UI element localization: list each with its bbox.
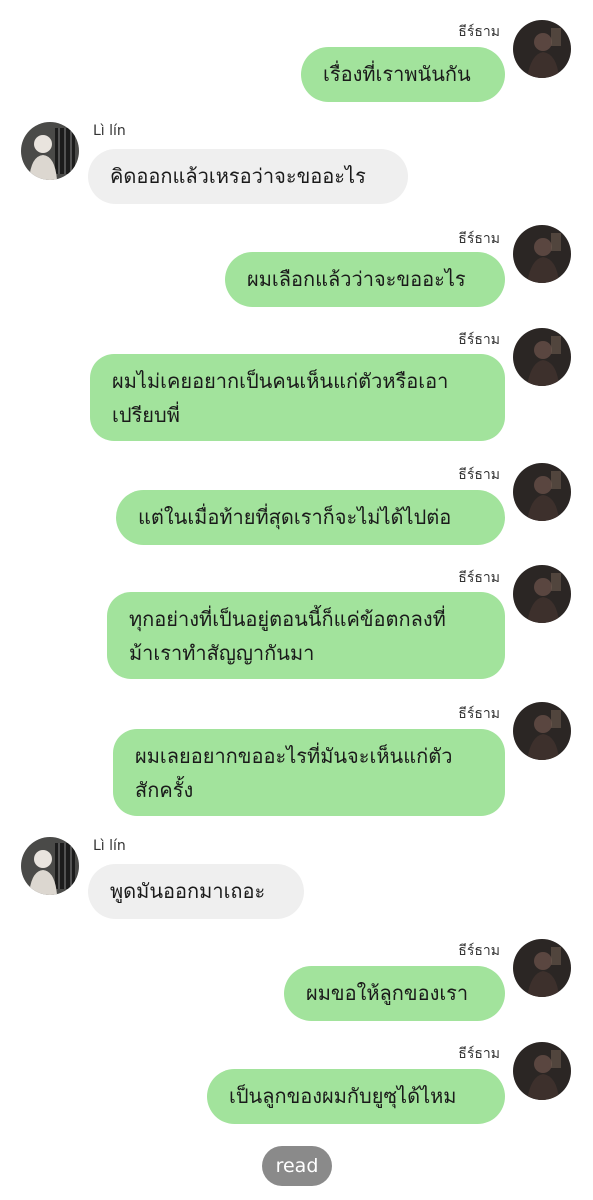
- avatar[interactable]: [513, 328, 571, 386]
- avatar-dark-photo-icon: [513, 463, 571, 521]
- sender-name: Lì lín: [93, 838, 126, 854]
- message-text-line: สักครั้ง: [135, 778, 194, 802]
- message-bubble-outgoing[interactable]: ผมขอให้ลูกของเรา: [284, 966, 505, 1021]
- avatar-dark-photo-icon: [513, 702, 571, 760]
- sender-name: ธีร์ธาม: [458, 943, 500, 959]
- sender-name: Lì lín: [93, 123, 126, 139]
- message-text-line: ผมเลยอยากขออะไรที่มันจะเห็นแก่ตัว: [135, 744, 453, 768]
- message-text: เป็นลูกของผมกับยูซุได้ไหม: [229, 1084, 457, 1108]
- message-text: ผมเลือกแล้วว่าจะขออะไร: [247, 267, 466, 291]
- message-text-line: ทุกอย่างที่เป็นอยู่ตอนนี้ก็แค่ข้อตกลงที่: [129, 607, 446, 631]
- avatar-person-photo-icon: [21, 122, 79, 180]
- avatar-dark-photo-icon: [513, 939, 571, 997]
- avatar[interactable]: [21, 837, 79, 895]
- message-text: พูดมันออกมาเถอะ: [110, 879, 266, 903]
- avatar[interactable]: [513, 939, 571, 997]
- avatar[interactable]: [513, 225, 571, 283]
- message-bubble-outgoing[interactable]: แต่ในเมื่อท้ายที่สุดเราก็จะไม่ได้ไปต่อ: [116, 490, 505, 545]
- avatar-dark-photo-icon: [513, 1042, 571, 1100]
- message-bubble-outgoing[interactable]: ผมเลือกแล้วว่าจะขออะไร: [225, 252, 505, 307]
- avatar[interactable]: [513, 20, 571, 78]
- message-text-line: ม้าเราทำสัญญากันมา: [129, 641, 315, 665]
- message-bubble-outgoing[interactable]: ทุกอย่างที่เป็นอยู่ตอนนี้ก็แค่ข้อตกลงที่…: [107, 592, 505, 679]
- message-text: ผมขอให้ลูกของเรา: [306, 981, 469, 1005]
- message-bubble-incoming[interactable]: คิดออกแล้วเหรอว่าจะขออะไร: [88, 149, 408, 204]
- message-bubble-outgoing[interactable]: ผมไม่เคยอยากเป็นคนเห็นแก่ตัวหรือเอา เปรี…: [90, 354, 505, 441]
- avatar[interactable]: [513, 463, 571, 521]
- message-text: แต่ในเมื่อท้ายที่สุดเราก็จะไม่ได้ไปต่อ: [138, 505, 452, 529]
- avatar[interactable]: [21, 122, 79, 180]
- message-bubble-incoming[interactable]: พูดมันออกมาเถอะ: [88, 864, 304, 919]
- message-bubble-outgoing[interactable]: เรื่องที่เราพนันกัน: [301, 47, 505, 102]
- message-bubble-outgoing[interactable]: ผมเลยอยากขออะไรที่มันจะเห็นแก่ตัว สักครั…: [113, 729, 505, 816]
- avatar[interactable]: [513, 702, 571, 760]
- avatar-dark-photo-icon: [513, 225, 571, 283]
- message-text: คิดออกแล้วเหรอว่าจะขออะไร: [110, 164, 366, 188]
- avatar-dark-photo-icon: [513, 328, 571, 386]
- message-text-line: ผมไม่เคยอยากเป็นคนเห็นแก่ตัวหรือเอา: [112, 369, 449, 393]
- sender-name: ธีร์ธาม: [458, 467, 500, 483]
- sender-name: ธีร์ธาม: [458, 706, 500, 722]
- sender-name: ธีร์ธาม: [458, 570, 500, 586]
- sender-name: ธีร์ธาม: [458, 1046, 500, 1062]
- avatar-dark-photo-icon: [513, 565, 571, 623]
- avatar-dark-photo-icon: [513, 20, 571, 78]
- avatar-person-photo-icon: [21, 837, 79, 895]
- avatar[interactable]: [513, 565, 571, 623]
- message-bubble-outgoing[interactable]: เป็นลูกของผมกับยูซุได้ไหม: [207, 1069, 505, 1124]
- sender-name: ธีร์ธาม: [458, 231, 500, 247]
- avatar[interactable]: [513, 1042, 571, 1100]
- message-text: เรื่องที่เราพนันกัน: [323, 62, 471, 86]
- sender-name: ธีร์ธาม: [458, 24, 500, 40]
- message-text-line: เปรียบพี่: [112, 403, 180, 427]
- sender-name: ธีร์ธาม: [458, 332, 500, 348]
- read-status-badge: read: [262, 1146, 332, 1186]
